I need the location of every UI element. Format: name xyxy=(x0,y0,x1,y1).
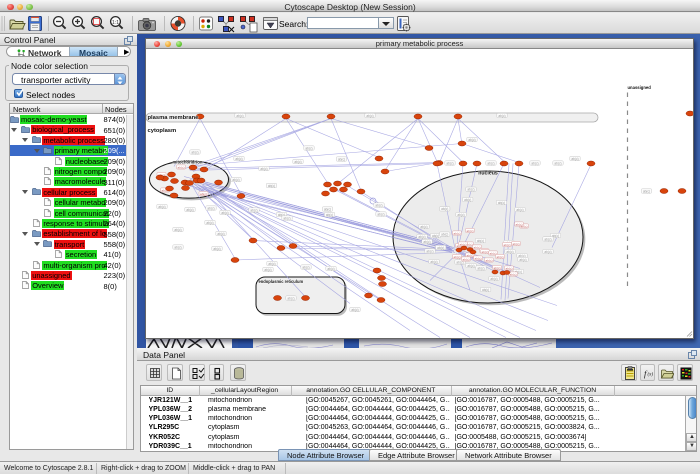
svg-text:ab(c): ab(c) xyxy=(430,259,437,263)
svg-text:endoplasmic reticulum: endoplasmic reticulum xyxy=(259,278,304,283)
svg-text:ab(c): ab(c) xyxy=(516,207,523,211)
svg-text:ab(c): ab(c) xyxy=(158,204,165,208)
svg-text:ab(c): ab(c) xyxy=(268,183,275,187)
svg-text:ab(c): ab(c) xyxy=(468,137,475,141)
svg-text:ab(c): ab(c) xyxy=(453,254,460,258)
svg-text:ab(c): ab(c) xyxy=(466,228,473,232)
svg-text:ab(c): ab(c) xyxy=(554,161,561,165)
svg-text:ab(c): ab(c) xyxy=(477,238,484,242)
svg-text:ab(c): ab(c) xyxy=(221,210,228,214)
svg-text:ab(c): ab(c) xyxy=(506,249,513,253)
svg-text:ab(c): ab(c) xyxy=(482,287,489,291)
svg-text:ab(c): ab(c) xyxy=(544,237,551,241)
svg-text:ab(c): ab(c) xyxy=(305,146,312,150)
svg-text:ab(c): ab(c) xyxy=(457,212,464,216)
svg-text:ab(c): ab(c) xyxy=(302,265,309,269)
svg-text:ab(c): ab(c) xyxy=(375,203,382,207)
svg-text:ab(c): ab(c) xyxy=(177,165,184,169)
svg-text:ab(c): ab(c) xyxy=(544,249,551,253)
svg-text:ab(c): ab(c) xyxy=(467,187,474,191)
svg-text:ab(c): ab(c) xyxy=(283,216,290,220)
svg-text:nucleus: nucleus xyxy=(478,170,498,176)
svg-text:ab(c): ab(c) xyxy=(467,263,474,267)
svg-text:ab(c): ab(c) xyxy=(250,208,257,212)
svg-text:ab(c): ab(c) xyxy=(487,161,494,165)
svg-text:ab(c): ab(c) xyxy=(191,150,198,154)
svg-text:ab(c): ab(c) xyxy=(200,191,207,195)
svg-text:ab(c): ab(c) xyxy=(294,159,301,163)
svg-text:ab(c): ab(c) xyxy=(437,245,444,249)
svg-text:ab(c): ab(c) xyxy=(207,206,214,210)
svg-text:ab(c): ab(c) xyxy=(519,257,526,261)
svg-text:cytoplasm: cytoplasm xyxy=(148,127,177,133)
svg-text:ab(c): ab(c) xyxy=(474,256,481,260)
svg-text:ab(c): ab(c) xyxy=(213,246,220,250)
svg-text:ab(c): ab(c) xyxy=(174,245,181,249)
svg-text:ab(c): ab(c) xyxy=(498,113,505,117)
svg-text:ab(c): ab(c) xyxy=(268,261,275,265)
svg-text:ab(c): ab(c) xyxy=(206,220,213,224)
svg-text:(x): (x) xyxy=(647,373,653,378)
svg-text:ab(c): ab(c) xyxy=(432,233,439,237)
svg-text:ab(c): ab(c) xyxy=(441,207,448,211)
svg-text:ab(c): ab(c) xyxy=(418,234,425,238)
svg-text:ab(c): ab(c) xyxy=(493,265,500,269)
svg-text:ab(c): ab(c) xyxy=(287,296,294,300)
svg-text:ab(c): ab(c) xyxy=(464,197,471,201)
svg-text:ab(c): ab(c) xyxy=(327,266,334,270)
svg-text:ab(c): ab(c) xyxy=(326,212,333,216)
svg-text:ab(c): ab(c) xyxy=(232,177,239,181)
svg-text:unassigned: unassigned xyxy=(628,85,652,90)
svg-text:ab(c): ab(c) xyxy=(366,113,373,117)
svg-text:ab(c): ab(c) xyxy=(236,113,243,117)
svg-text:1:1: 1:1 xyxy=(112,20,119,26)
svg-text:ab(c): ab(c) xyxy=(174,227,181,231)
svg-text:ab(c): ab(c) xyxy=(485,258,492,262)
svg-text:plasma membrane: plasma membrane xyxy=(148,114,200,120)
svg-text:ab(c): ab(c) xyxy=(481,249,488,253)
svg-text:ab(c): ab(c) xyxy=(186,207,193,211)
svg-text:ab(c): ab(c) xyxy=(453,231,460,235)
svg-text:ab(c): ab(c) xyxy=(512,241,519,245)
svg-text:ab(c): ab(c) xyxy=(509,272,516,276)
svg-text:ab(c): ab(c) xyxy=(217,231,224,235)
svg-text:ab(c): ab(c) xyxy=(441,232,448,236)
svg-text:ab(c): ab(c) xyxy=(503,242,510,246)
svg-text:mitochondrion: mitochondrion xyxy=(172,159,202,164)
svg-text:ab(c): ab(c) xyxy=(490,276,497,280)
svg-text:ab(c): ab(c) xyxy=(515,222,522,226)
svg-text:ab(c): ab(c) xyxy=(505,266,512,270)
svg-text:ab(c): ab(c) xyxy=(426,249,433,253)
svg-text:ab(c): ab(c) xyxy=(423,239,430,243)
svg-text:ab(c): ab(c) xyxy=(496,254,503,258)
svg-text:ab(c): ab(c) xyxy=(338,157,345,161)
svg-text:ab(c): ab(c) xyxy=(377,212,384,216)
svg-text:ab(c): ab(c) xyxy=(446,161,453,165)
svg-text:ab(c): ab(c) xyxy=(420,224,427,228)
svg-text:ab(c): ab(c) xyxy=(351,307,358,311)
svg-text:ab(c): ab(c) xyxy=(235,156,242,160)
svg-text:ab(c): ab(c) xyxy=(264,267,271,271)
svg-text:ab(c): ab(c) xyxy=(571,156,578,160)
svg-text:ab(c): ab(c) xyxy=(477,266,484,270)
svg-text:ab(c): ab(c) xyxy=(462,257,469,261)
svg-text:ab(c): ab(c) xyxy=(260,166,267,170)
svg-text:ab(c): ab(c) xyxy=(643,189,650,193)
svg-text:ab(c): ab(c) xyxy=(531,161,538,165)
svg-text:ab(c): ab(c) xyxy=(498,200,505,204)
svg-text:ab(c): ab(c) xyxy=(459,242,466,246)
svg-text:ab(c): ab(c) xyxy=(324,207,331,211)
